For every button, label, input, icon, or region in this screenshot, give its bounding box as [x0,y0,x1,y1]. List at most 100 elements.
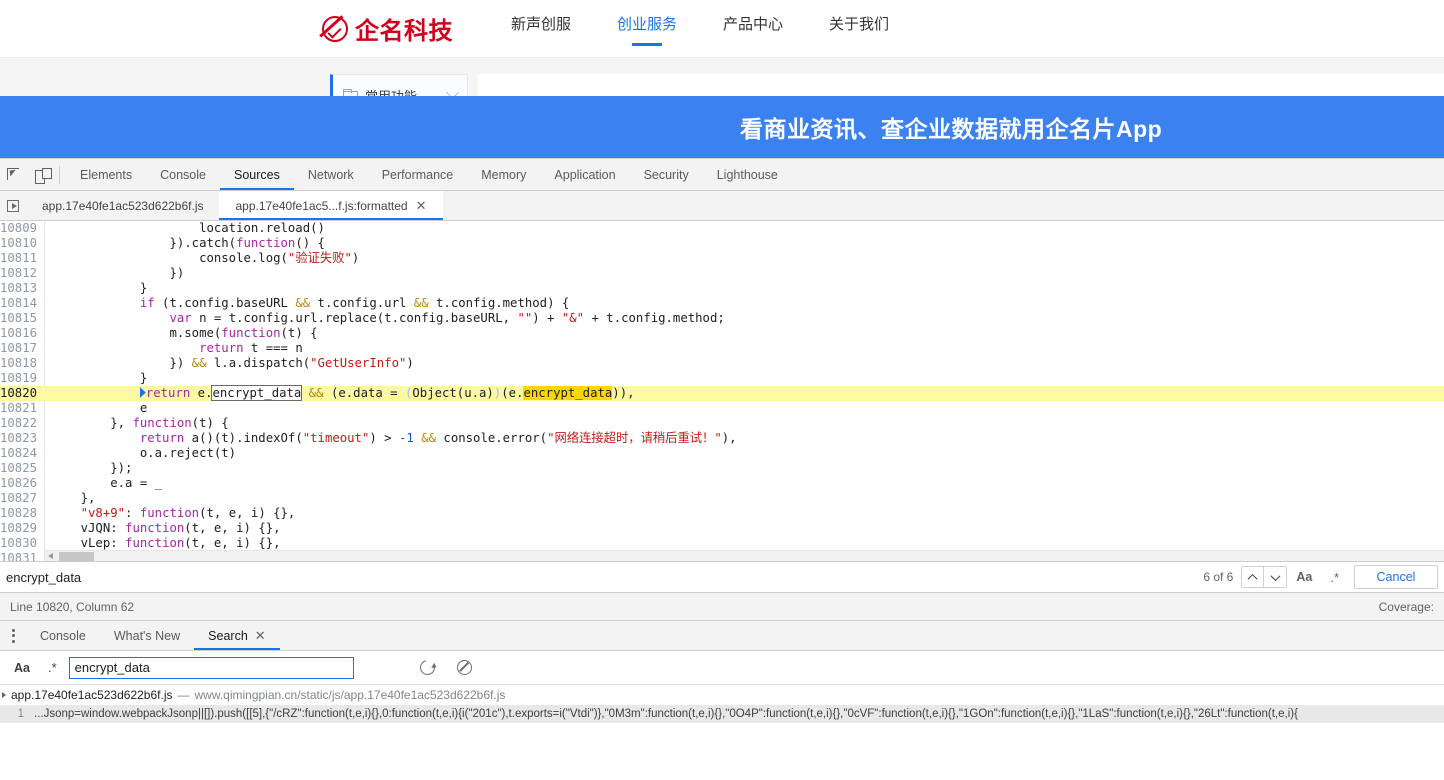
chevron-up-icon [1247,573,1258,584]
find-previous-button[interactable] [1242,567,1265,587]
code-text: "v8+9": function(t, e, i) {}, [80,506,296,520]
code-text: vLep: function(t, e, i) {}, [51,536,281,550]
line-number: 10828 [0,506,44,521]
code-line[interactable]: 10827 }, [0,491,1444,506]
editor-status-bar: Line 10820, Column 62 Coverage: [0,593,1444,621]
line-number: 10821 [0,401,44,416]
code-line[interactable]: 10828 "v8+9": function(t, e, i) {}, [0,506,1444,521]
code-line[interactable]: 10821 e [0,401,1444,416]
search-toolbar: Aa .* [0,651,1444,685]
find-match-case-button[interactable]: Aa [1287,570,1321,584]
find-input[interactable] [6,569,1196,585]
code-line[interactable]: 10810 }).catch(function() { [0,236,1444,251]
code-line[interactable]: 10813 } [0,281,1444,296]
code-text: } [51,281,148,295]
find-cancel-button[interactable]: Cancel [1354,565,1438,589]
source-file-tabs: app.17e40fe1ac523d622b6f.js app.17e40fe1… [0,191,1444,221]
line-number: 10822 [0,416,44,431]
drawer-tab-console[interactable]: Console [26,621,100,650]
inspect-cursor-icon [7,167,21,182]
code-text: } [51,371,148,385]
nav-item-xinsheng[interactable]: 新声创服 [511,13,571,44]
line-number: 10811 [0,251,44,266]
code-line[interactable]: 10812 }) [0,266,1444,281]
code-line-highlighted[interactable]: 10820 return e.encrypt_data && (e.data =… [0,385,1444,401]
navigator-toggle-button[interactable] [0,191,26,220]
line-number: 10827 [0,491,44,506]
tab-application[interactable]: Application [540,159,629,190]
code-line[interactable]: 10819 } [0,371,1444,386]
drawer-tab-whats-new[interactable]: What's New [100,621,194,650]
find-regex-button[interactable]: .* [1321,570,1348,585]
search-result-file[interactable]: app.17e40fe1ac523d622b6f.js — www.qiming… [0,685,1444,705]
find-next-button[interactable] [1264,567,1286,587]
search-result-row[interactable]: 1 ...Jsonp=window.webpackJsonp||[]).push… [0,705,1444,723]
search-result-file-name: app.17e40fe1ac523d622b6f.js [11,688,173,702]
code-text: console.log("验证失败") [51,251,360,265]
tab-memory[interactable]: Memory [467,159,540,190]
search-input[interactable] [68,656,354,679]
tab-console[interactable]: Console [146,159,220,190]
code-text: e.a = _ [51,476,163,490]
search-match-case-button[interactable]: Aa [8,661,36,675]
editor-horizontal-scrollbar[interactable] [45,550,1444,561]
search-regex-button[interactable]: .* [42,660,63,675]
kebab-dot [11,634,15,637]
clear-icon[interactable] [456,660,472,675]
file-tab-app-js-formatted[interactable]: app.17e40fe1ac5...f.js:formatted ✕ [219,191,443,220]
code-line[interactable]: 10824 o.a.reject(t) [0,446,1444,461]
scrollbar-thumb[interactable] [59,552,94,561]
close-icon[interactable]: ✕ [416,199,427,212]
code-line[interactable]: 10823 return a()(t).indexOf("timeout") >… [0,431,1444,446]
code-line[interactable]: 10814 if (t.config.baseURL && t.config.u… [0,296,1444,311]
line-number: 10817 [0,341,44,356]
device-toolbar-button[interactable] [28,161,56,189]
nav-item-chuangye[interactable]: 创业服务 [617,13,677,44]
code-line[interactable]: 10818 }) && l.a.dispatch("GetUserInfo") [0,356,1444,371]
code-text: e [51,401,148,415]
code-line[interactable]: 10816 m.some(function(t) { [0,326,1444,341]
tab-network[interactable]: Network [294,159,368,190]
code-line[interactable]: 10829 vJQN: function(t, e, i) {}, [0,521,1444,536]
expand-triangle-icon[interactable] [2,692,6,698]
code-editor[interactable]: 10809 location.reload() 10810 }).catch(fu… [0,221,1444,561]
scroll-left-arrow-icon[interactable] [48,553,53,559]
code-text: return e.encrypt_data && (e.data = (Obje… [45,385,1444,401]
drawer-tab-search[interactable]: Search ✕ [194,621,280,650]
code-line[interactable]: 10817 return t === n [0,341,1444,356]
code-line[interactable]: 10830 vLep: function(t, e, i) {}, [0,536,1444,551]
cursor-position-label: Line 10820, Column 62 [10,599,135,614]
tab-security[interactable]: Security [630,159,703,190]
file-tab-app-js[interactable]: app.17e40fe1ac523d622b6f.js [26,191,219,220]
drawer-more-options-button[interactable] [0,621,26,650]
code-line[interactable]: 10826 e.a = _ [0,476,1444,491]
file-tab-app-js-formatted-label: app.17e40fe1ac5...f.js:formatted [235,198,408,213]
drawer-tab-console-label: Console [40,628,86,643]
promo-banner[interactable]: 看商业资讯、查企业数据就用企名片App [0,96,1444,158]
editor-find-bar: 6 of 6 Aa .* Cancel [0,561,1444,593]
search-result-snippet: ...Jsonp=window.webpackJsonp||[]).push([… [34,708,1298,720]
drawer-tab-bar: Console What's New Search ✕ [0,621,1444,651]
tab-lighthouse[interactable]: Lighthouse [703,159,792,190]
close-icon[interactable]: ✕ [255,628,266,644]
coverage-label[interactable]: Coverage: [1379,600,1434,614]
nav-item-chanpin[interactable]: 产品中心 [723,13,783,44]
tab-elements[interactable]: Elements [66,159,146,190]
tab-performance[interactable]: Performance [368,159,468,190]
devtools-panel-tabs: Elements Console Sources Network Perform… [66,159,792,190]
code-text: }, [51,491,96,505]
line-number: 10830 [0,536,44,551]
refresh-icon[interactable] [416,657,438,678]
code-line[interactable]: 10809 location.reload() [0,221,1444,236]
inspect-element-button[interactable] [0,161,28,189]
code-line[interactable]: 10815 var n = t.config.url.replace(t.con… [0,311,1444,326]
code-line[interactable]: 10822 }, function(t) { [0,416,1444,431]
site-logo[interactable]: 企名科技 [322,11,453,46]
line-number: 10820 [0,386,44,401]
search-result-line-number: 1 [17,708,24,720]
nav-item-guanyu[interactable]: 关于我们 [829,13,889,44]
code-line[interactable]: 10825 }); [0,461,1444,476]
tab-sources[interactable]: Sources [220,159,294,190]
code-line[interactable]: 10811 console.log("验证失败") [0,251,1444,266]
code-text: }) && l.a.dispatch("GetUserInfo") [51,356,414,370]
